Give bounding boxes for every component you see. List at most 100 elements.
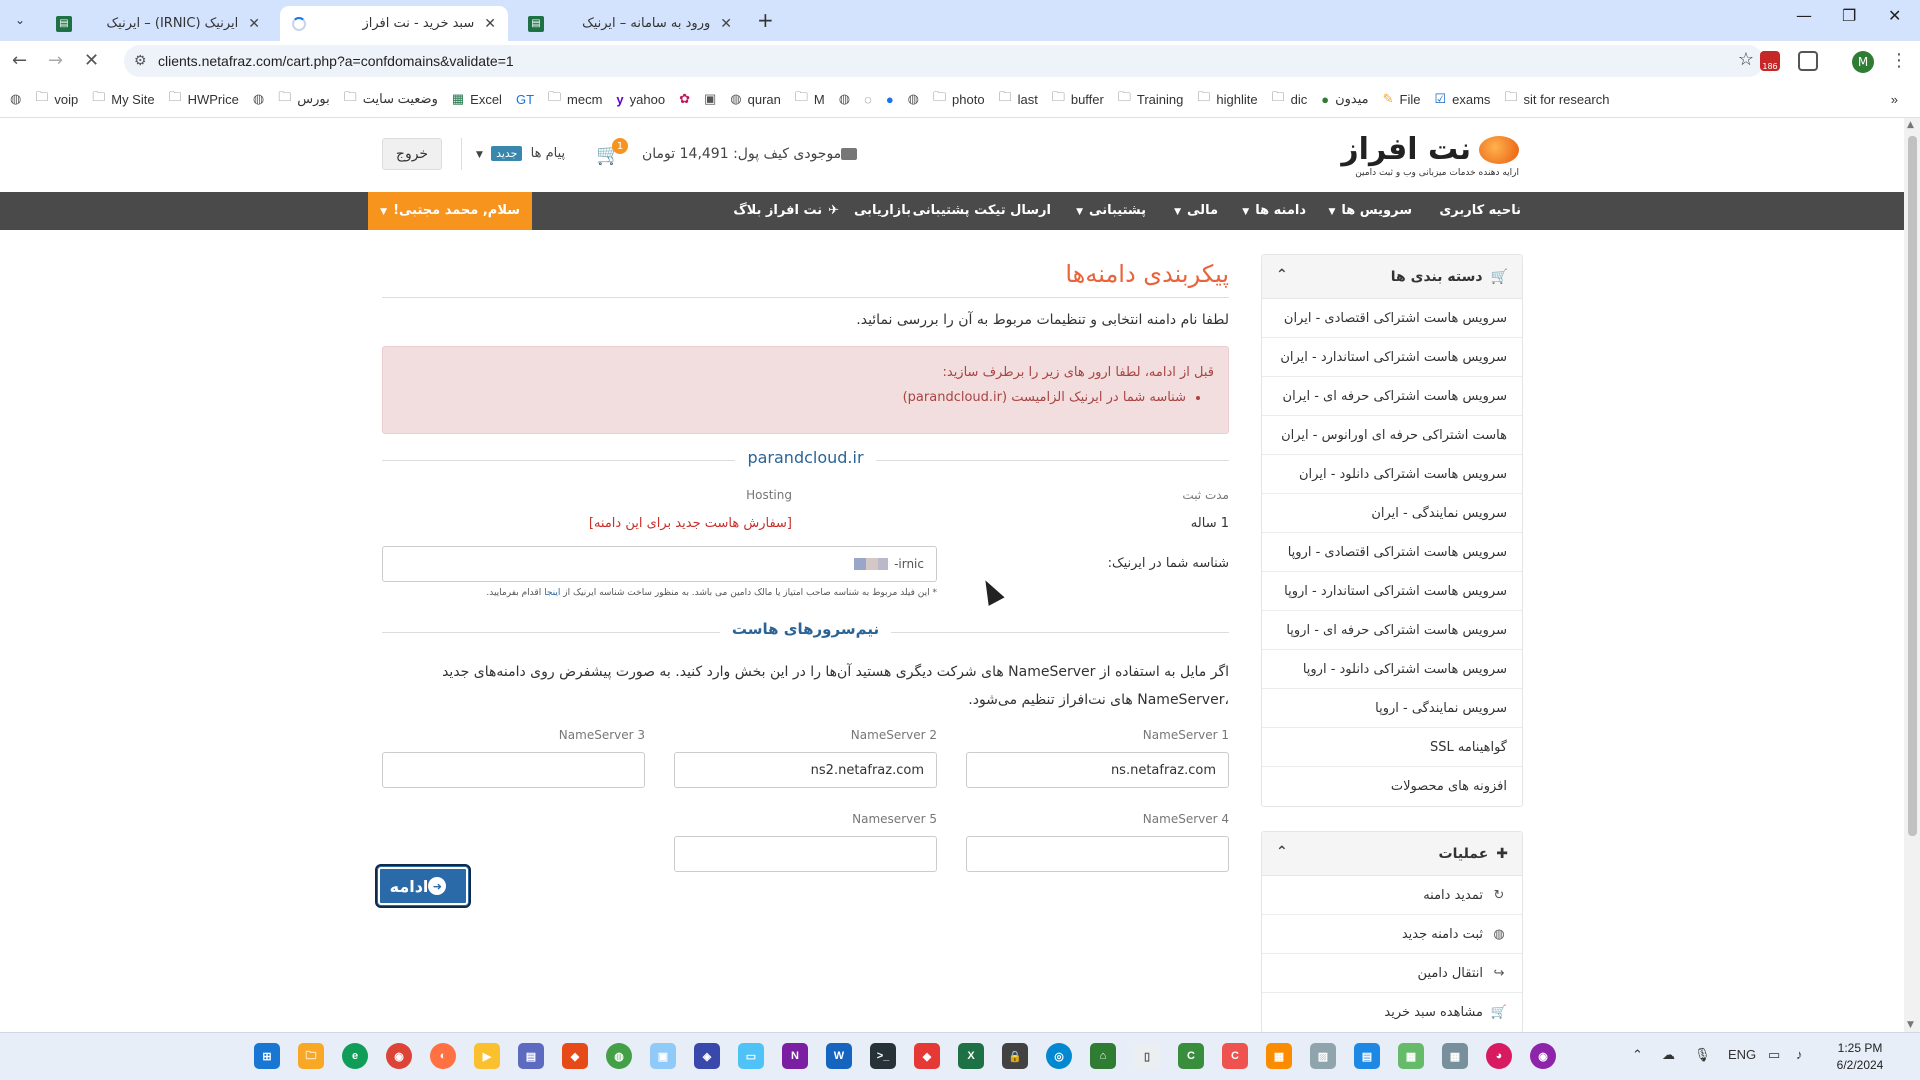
action-renew-domain[interactable]: ↻ تمدید دامنه <box>1262 876 1522 915</box>
scroll-down-icon[interactable]: ▼ <box>1907 1020 1914 1030</box>
nameserver-2-input[interactable]: ns2.netafraz.com <box>674 752 937 788</box>
app-icon[interactable]: ◆ <box>562 1043 588 1069</box>
bookmark-site[interactable]: ✿ <box>679 91 690 107</box>
app-icon[interactable]: C <box>1178 1043 1204 1069</box>
tab-search-icon[interactable]: ⌄ <box>8 8 32 32</box>
microphone-icon[interactable]: 🎙 <box>1694 1047 1711 1063</box>
bookmark-excel[interactable]: ▦ Excel <box>452 91 502 107</box>
network-icon[interactable]: ⌂ <box>1090 1043 1116 1069</box>
category-item[interactable]: سرویس هاست اشتراکی اقتصادی - ایران <box>1262 299 1522 338</box>
category-item[interactable]: سرویس نمایندگی - اروپا <box>1262 689 1522 728</box>
app-icon[interactable]: ▦ <box>1398 1043 1424 1069</box>
category-item[interactable]: سرویس هاست اشتراکی دانلود - ایران <box>1262 455 1522 494</box>
app-icon[interactable]: C <box>1222 1043 1248 1069</box>
app-icon[interactable]: ▤ <box>518 1043 544 1069</box>
category-item[interactable]: سرویس هاست اشتراکی دانلود - اروپا <box>1262 650 1522 689</box>
bookmark-globe[interactable]: ◍ <box>10 91 21 107</box>
nav-domains[interactable]: دامنه ها▼ <box>1242 192 1306 230</box>
browser-tab-irnic-login[interactable]: ▤ ورود به سامانه – ایرنیک ✕ <box>516 6 744 41</box>
messages-menu[interactable]: پیام ها جدید ▼ <box>476 146 565 161</box>
language-indicator[interactable]: ENG <box>1728 1047 1756 1062</box>
forward-arrow-icon[interactable]: → <box>48 50 63 71</box>
app-icon[interactable]: ◎ <box>1046 1043 1072 1069</box>
page-scrollbar[interactable]: ▲ ▼ <box>1904 118 1920 1032</box>
bookmark-folder[interactable]: 🗀 HWPrice <box>169 88 239 110</box>
onenote-icon[interactable]: N <box>782 1043 808 1069</box>
bookmark-folder[interactable]: 🗀 last <box>999 88 1038 110</box>
nav-finance[interactable]: مالی▼ <box>1174 192 1218 230</box>
close-tab-icon[interactable]: ✕ <box>484 16 496 32</box>
bookmark-yahoo[interactable]: y yahoo <box>616 92 665 107</box>
new-tab-button[interactable]: + <box>757 8 774 32</box>
chart-app-icon[interactable]: ▨ <box>1310 1043 1336 1069</box>
bookmark-site[interactable]: ● <box>886 92 894 107</box>
category-item[interactable]: سرویس هاست اشتراکی حرفه ای - اروپا <box>1262 611 1522 650</box>
minimize-window-icon[interactable]: — <box>1796 6 1812 25</box>
close-window-icon[interactable]: ✕ <box>1888 6 1901 25</box>
continue-button[interactable]: ➜ ادامه <box>375 864 471 908</box>
category-item[interactable]: افزونه های محصولات <box>1262 767 1522 806</box>
app-icon[interactable]: ▣ <box>650 1043 676 1069</box>
browser-menu-icon[interactable]: ⋮ <box>1890 50 1908 71</box>
anydesk-icon[interactable]: ◆ <box>914 1043 940 1069</box>
app-icon[interactable]: ◈ <box>694 1043 720 1069</box>
order-hosting-link[interactable]: [سفارش هاست جدید برای این دامنه] <box>589 516 792 531</box>
logout-button[interactable]: خروج <box>382 138 442 170</box>
more-bookmarks-icon[interactable]: » <box>1891 92 1898 107</box>
bookmark-folder[interactable]: 🗀 sit for research <box>1504 88 1609 110</box>
file-explorer-icon[interactable]: 🗀 <box>298 1043 324 1069</box>
bookmark-folder[interactable]: 🗀 M <box>795 88 825 110</box>
nav-marketing[interactable]: بازاریابی <box>854 192 911 230</box>
player-icon[interactable]: ▶ <box>474 1043 500 1069</box>
action-register-domain[interactable]: ◍ ثبت دامنه جدید <box>1262 915 1522 954</box>
category-item[interactable]: سرویس نمایندگی - ایران <box>1262 494 1522 533</box>
start-windows-icon[interactable]: ⊞ <box>254 1043 280 1069</box>
app-icon[interactable]: ▤ <box>1354 1043 1380 1069</box>
nav-services[interactable]: سرویس ها▼ <box>1328 192 1412 230</box>
app-icon[interactable]: ▦ <box>1266 1043 1292 1069</box>
calculator-icon[interactable]: ▦ <box>1442 1043 1468 1069</box>
irnic-id-input[interactable]: -irnic <box>382 546 937 582</box>
category-item[interactable]: سرویس هاست اشتراکی استاندارد - ایران <box>1262 338 1522 377</box>
system-clock[interactable]: 1:25 PM 6/2/2024 <box>1820 1040 1900 1074</box>
bookmark-file[interactable]: ✎ File <box>1383 91 1421 107</box>
chevron-up-icon[interactable]: ⌃ <box>1276 267 1288 283</box>
bookmark-globe[interactable]: ◍ <box>253 91 264 107</box>
terminal-icon[interactable]: >_ <box>870 1043 896 1069</box>
bookmark-folder[interactable]: 🗀 voip <box>35 88 78 110</box>
bookmark-folder[interactable]: 🗀 بورس <box>278 88 330 110</box>
edge-icon[interactable]: e <box>342 1043 368 1069</box>
bookmark-folder[interactable]: 🗀 وضعیت سایت <box>344 88 438 110</box>
actions-panel-header[interactable]: ✚ عملیات ⌃ <box>1262 832 1522 876</box>
app-icon[interactable]: ◍ <box>606 1043 632 1069</box>
bookmark-folder[interactable]: 🗀 photo <box>933 88 985 110</box>
category-item[interactable]: سرویس هاست اشتراکی حرفه ای - ایران <box>1262 377 1522 416</box>
cloud-icon[interactable]: ☁ <box>1662 1047 1675 1063</box>
excel-icon[interactable]: X <box>958 1043 984 1069</box>
action-transfer-domain[interactable]: ↪ انتقال دامین <box>1262 954 1522 993</box>
app-icon[interactable]: ▭ <box>738 1043 764 1069</box>
nameserver-5-input[interactable] <box>674 836 937 872</box>
bookmark-folder[interactable]: 🗀 Training <box>1118 88 1184 110</box>
app-icon[interactable]: ◕ <box>1486 1043 1512 1069</box>
document-icon[interactable]: ▯ <box>1134 1043 1160 1069</box>
bookmark-folder[interactable]: 🗀 highlite <box>1197 88 1257 110</box>
restore-window-icon[interactable]: ❐ <box>1842 6 1856 25</box>
firefox-icon[interactable]: ◐ <box>430 1043 456 1069</box>
profile-avatar[interactable]: M <box>1852 51 1874 73</box>
site-info-icon[interactable]: ⚙ <box>134 52 147 69</box>
bookmark-globe[interactable]: ◍ <box>839 91 850 107</box>
bookmark-folder[interactable]: 🗀 buffer <box>1052 88 1104 110</box>
bookmark-folder[interactable]: 🗀 My Site <box>92 88 154 110</box>
bookmark-meydoon[interactable]: ● میدون <box>1321 91 1368 107</box>
nav-blog[interactable]: ✈نت افراز بلاگ <box>733 192 839 230</box>
app-icon[interactable]: ◉ <box>1530 1043 1556 1069</box>
lock-icon[interactable]: 🔒 <box>1002 1043 1028 1069</box>
browser-tab-irnic[interactable]: ▤ ایرنیک (IRNIC) – ایرنیک ✕ <box>44 6 272 41</box>
tray-chevron-icon[interactable]: ⌃ <box>1632 1047 1643 1063</box>
close-tab-icon[interactable]: ✕ <box>720 16 732 32</box>
bookmark-quran[interactable]: ◍ quran <box>730 91 781 107</box>
categories-panel-header[interactable]: 🛒 دسته بندی ها ⌃ <box>1262 255 1522 299</box>
category-item[interactable]: هاست اشتراکی حرفه ای اورانوس - ایران <box>1262 416 1522 455</box>
nameserver-4-input[interactable] <box>966 836 1229 872</box>
